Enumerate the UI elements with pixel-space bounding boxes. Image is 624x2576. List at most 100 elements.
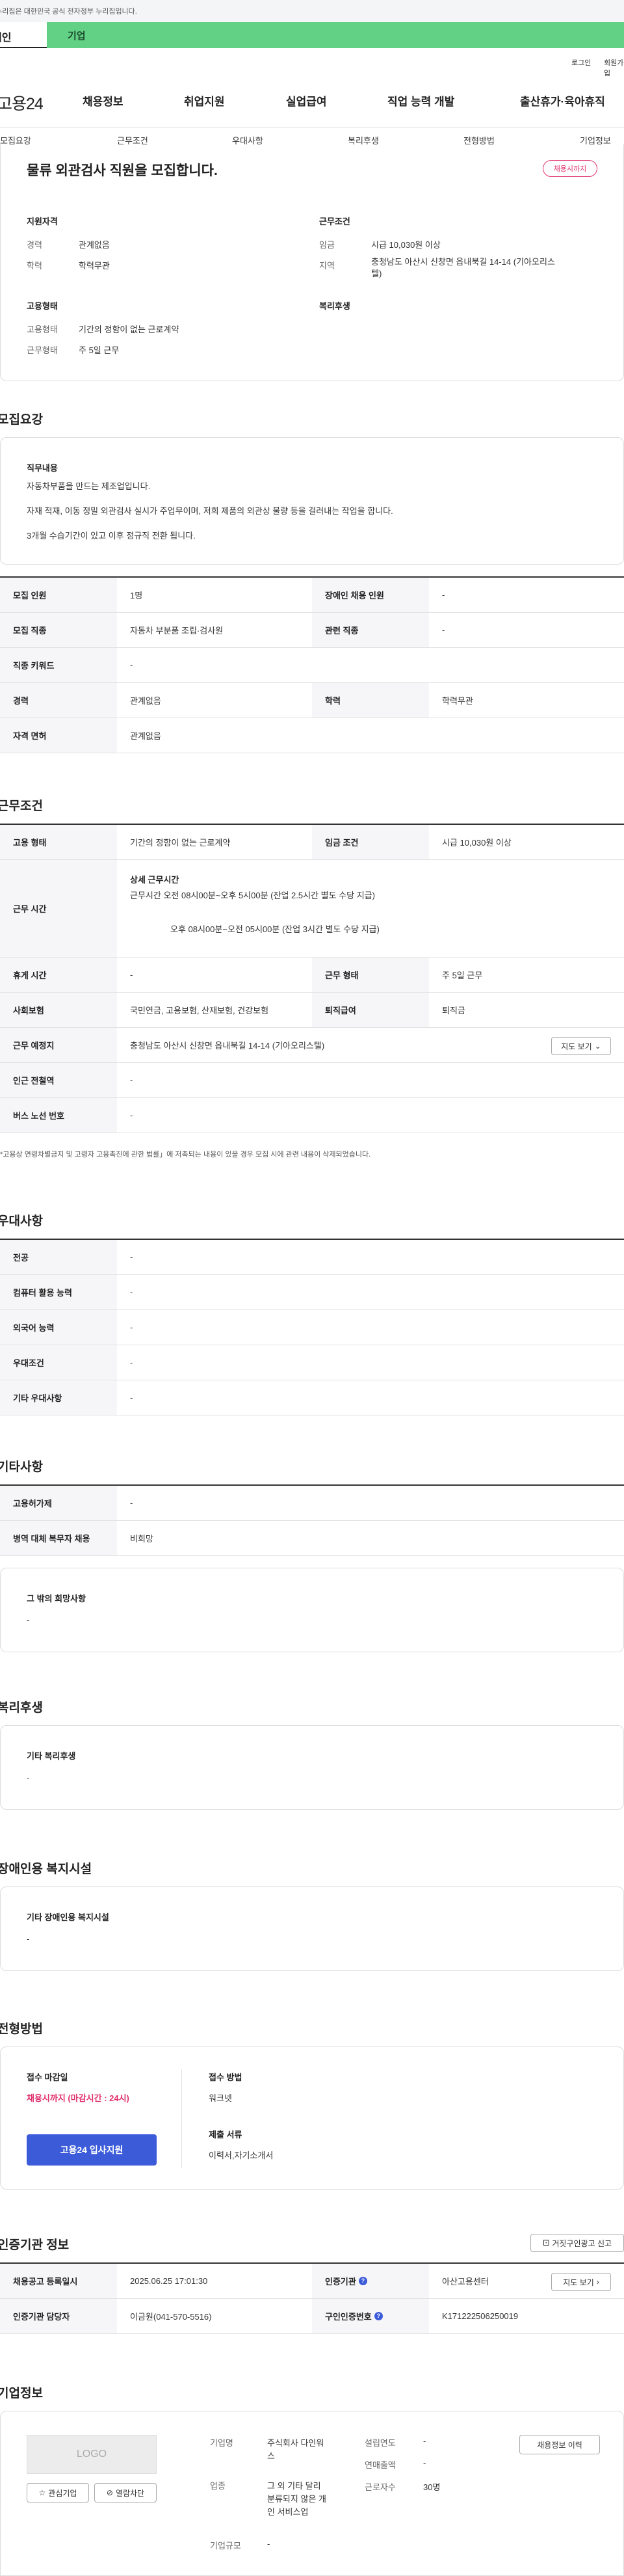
- num-label: 구인인증번호?: [312, 2299, 429, 2333]
- table-row: 채용공고 등록일시 2025.06.25 17:01:30 인증기관? 아산고용…: [0, 2264, 624, 2299]
- company-name-label: 기업명: [210, 2438, 233, 2448]
- table-row: 우대조건 -: [0, 1345, 624, 1380]
- emptype-value: 기간의 정함이 없는 근로계약: [79, 325, 179, 334]
- size-value: -: [267, 2539, 270, 2549]
- sales-label: 연매출액: [365, 2460, 396, 2470]
- screening-heading: 전형방법: [0, 2022, 43, 2036]
- emp-heading: 고용형태: [27, 301, 58, 311]
- company-logo: LOGO: [27, 2435, 157, 2474]
- duty-line-2: 자재 적재, 이동 정밀 외관검사 실시가 주업무이며, 저희 제품의 외관상 …: [27, 506, 393, 516]
- apply-button[interactable]: 고용24 입사지원: [27, 2134, 157, 2166]
- company-heading: 기업정보: [0, 2387, 43, 2400]
- tab-individual[interactable]: 개인: [0, 22, 47, 48]
- table-row: 고용허가제 -: [0, 1486, 624, 1521]
- area-label: 지역: [319, 261, 335, 271]
- cert-table: 채용공고 등록일시 2025.06.25 17:01:30 인증기관? 아산고용…: [0, 2262, 624, 2334]
- duty-box: 직무내용 자동차부품을 만드는 제조업입니다. 자재 적재, 이동 정밀 외관검…: [0, 437, 624, 565]
- table-row: 사회보험 국민연금, 고용보험, 산재보험, 건강보험 퇴직급여 퇴직금: [0, 993, 624, 1028]
- hours-line-2: 오후 08시00분~오전 05시00분 (잔업 3시간 별도 수당 지급): [170, 924, 380, 934]
- disab-heading: 장애인용 복지시설: [0, 1862, 92, 1876]
- report-button[interactable]: ⚀ 거짓구인광고 신고: [530, 2234, 624, 2252]
- hiring-history-button[interactable]: 채용정보 이력: [519, 2435, 600, 2454]
- gnb-item-employment-support[interactable]: 취업지원: [184, 92, 225, 109]
- company-box: LOGO ☆ 관심기업 ⊘ 열람차단 기업명 주식회사 다인워 스 업종 그 외 기…: [0, 2411, 624, 2576]
- cond-heading: 근무조건: [319, 217, 350, 226]
- gnb-item-jobs[interactable]: 채용정보: [83, 92, 124, 109]
- user-type-tabs: 개인 기업: [0, 22, 624, 48]
- interest-company-button[interactable]: ☆ 관심기업: [27, 2483, 89, 2502]
- table-row: 인증기관 담당자 이금원(041-570-5516) 구인인증번호? K1712…: [0, 2299, 624, 2334]
- info-icon[interactable]: ?: [358, 2277, 367, 2285]
- table-row: 직종 키워드 -: [0, 648, 624, 683]
- hours-line-1: 근무시간 오전 08시00분~오후 5시00분 (잔업 2.5시간 별도 수당 …: [130, 891, 375, 900]
- login-link[interactable]: 로그인: [571, 57, 591, 68]
- work-heading: 근무조건: [0, 799, 43, 813]
- chevron-down-icon: ⌄: [594, 1041, 601, 1051]
- table-row: 병역 대체 복무자 채용 비희망: [0, 1521, 624, 1556]
- screening-box: 접수 마감일 채용시까지 (마감시간 : 24시) 고용24 입사지원 접수 방…: [0, 2046, 624, 2190]
- recruit-table: 모집 인원 1명 장애인 채용 인원 - 모집 직종 자동차 부분품 조립·검사…: [0, 576, 624, 753]
- pref-heading: 우대사항: [0, 1214, 43, 1228]
- area-value-line2: 텔): [371, 269, 382, 278]
- star-icon: ☆: [38, 2488, 46, 2497]
- table-row: 경력 관계없음 학력 학력무관: [0, 683, 624, 718]
- table-row: 외국어 능력 -: [0, 1310, 624, 1345]
- tab-company[interactable]: 기업: [47, 22, 624, 48]
- age-discrimination-note: *고용상 연령차별금지 및 고령자 고용촉진에 관한 법률」에 저촉되는 내용이…: [0, 1151, 371, 1159]
- etc-table: 고용허가제 - 병역 대체 복무자 채용 비희망: [0, 1484, 624, 1556]
- gnb-item-unemployment[interactable]: 실업급여: [286, 92, 327, 109]
- worktype-label: 근무형태: [27, 345, 58, 355]
- deadline-value: 채용시까지 (마감시간 : 24시): [27, 2093, 129, 2103]
- block-icon: ⊘: [106, 2488, 113, 2497]
- table-row: 전공 -: [0, 1240, 624, 1275]
- disab-box: 기타 장애인용 복지시설 -: [0, 1886, 624, 1971]
- screening-divider: [181, 2069, 182, 2168]
- welfare-box-value: -: [27, 1773, 30, 1782]
- welfare-box: 기타 복리후생 -: [0, 1725, 624, 1810]
- cert-heading: 인증기관 정보: [0, 2238, 70, 2252]
- gov-banner: 이 누리집은 대한민국 공식 전자정부 누리집입니다.: [0, 0, 624, 22]
- disab-box-heading: 기타 장애인용 복지시설: [27, 1912, 109, 1922]
- chevron-right-icon: ›: [596, 2277, 599, 2287]
- method-value: 워크넷: [209, 2093, 232, 2103]
- info-icon[interactable]: ?: [374, 2312, 383, 2320]
- table-row: 고용 형태 기간의 정함이 없는 근로계약 임금 조건 시급 10,030원 이…: [0, 825, 624, 860]
- emptype-label: 고용형태: [27, 325, 58, 334]
- welfare-heading: 복리후생: [319, 301, 350, 311]
- hours-detail-heading: 상세 근무시간: [130, 875, 179, 885]
- table-row: 근무 시간 상세 근무시간 근무시간 오전 08시00분~오후 5시00분 (잔…: [0, 860, 624, 958]
- other-wish-heading: 그 밖의 희망사항: [27, 1594, 86, 1603]
- cert-map-button[interactable]: 지도 보기 ›: [551, 2273, 611, 2291]
- block-view-button[interactable]: ⊘ 열람차단: [94, 2483, 157, 2502]
- map-button[interactable]: 지도 보기 ⌄: [551, 1037, 611, 1055]
- area-value-line1: 충청남도 아산시 신창면 읍내북길 14-14 (기아오리스: [371, 257, 555, 267]
- disab-box-value: -: [27, 1934, 30, 1944]
- docs-value: 이력서,자기소개서: [209, 2151, 274, 2160]
- career-label: 경력: [27, 240, 42, 250]
- edu-label: 학력: [27, 261, 42, 271]
- table-row: 모집 직종 자동차 부분품 조립·검사원 관련 직종 -: [0, 613, 624, 648]
- join-link[interactable]: 회원가입: [604, 57, 624, 78]
- table-row: 인근 전철역 -: [0, 1063, 624, 1098]
- company-name-line2: 스: [267, 2451, 275, 2461]
- deadline-heading: 접수 마감일: [27, 2073, 68, 2082]
- gnb-item-training[interactable]: 직업 능력 개발: [387, 92, 454, 109]
- table-row: 컴퓨터 활용 능력 -: [0, 1275, 624, 1310]
- founded-value: -: [423, 2436, 426, 2446]
- duty-heading: 직무내용: [27, 463, 58, 473]
- sales-value: -: [423, 2458, 426, 2468]
- gnb-item-leave[interactable]: 출산휴가·육아휴직: [520, 92, 605, 109]
- industry-label: 업종: [210, 2481, 226, 2491]
- status-badge: 채용시까지: [543, 160, 597, 177]
- qual-heading: 지원자격: [27, 217, 58, 226]
- site-logo[interactable]: 고용24: [0, 91, 44, 114]
- header-divider: [0, 127, 624, 128]
- welfare-box-heading: 기타 복리후생: [27, 1751, 76, 1761]
- pay-value: 시급 10,030원 이상: [371, 240, 441, 250]
- company-name-line1: 주식회사 다인워: [267, 2438, 324, 2448]
- duty-line-1: 자동차부품을 만드는 제조업입니다.: [27, 481, 151, 491]
- edu-value: 학력무관: [79, 261, 110, 271]
- etc-heading: 기타사항: [0, 1460, 43, 1474]
- industry-line3: 인 서비스업: [267, 2507, 309, 2517]
- work-table: 고용 형태 기간의 정함이 없는 근로계약 임금 조건 시급 10,030원 이…: [0, 824, 624, 1141]
